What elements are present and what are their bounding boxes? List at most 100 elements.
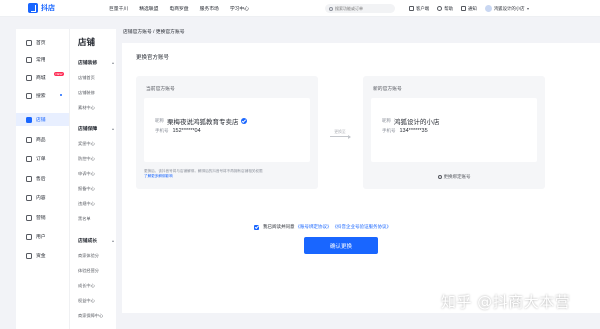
aftersale-icon	[26, 175, 32, 182]
notify-button[interactable]: 通知	[460, 6, 477, 12]
sidebar-item-label: 商品	[36, 138, 46, 143]
bell-icon	[460, 6, 466, 11]
monitor-icon	[409, 6, 414, 11]
current-nickname: 栗梅夜说鸿狐教育专卖店	[167, 119, 239, 126]
change-bound-account-link[interactable]: 更换绑定账号	[363, 174, 545, 180]
help-icon	[437, 6, 443, 11]
sidebar-item-aftersale[interactable]: 售后	[16, 172, 69, 185]
subnav-group-guarantee[interactable]: 店铺保障	[78, 125, 114, 132]
subnav-item-blacklist[interactable]: 黑名单	[78, 216, 91, 222]
top-right-tools: 客户端 帮助 通知 鸿狐设计的小店	[409, 0, 537, 17]
breadcrumb: 店铺官方账号 / 更换官方账号	[123, 30, 185, 35]
sidebar-item-label: 用户	[36, 235, 46, 240]
client-button[interactable]: 客户端	[409, 6, 429, 12]
subnav-item-appeal[interactable]: 申诉中心	[78, 171, 95, 177]
binding-agreement-link[interactable]: 《账号绑定协议》	[296, 224, 332, 230]
sidebar-item-label: 订单	[36, 157, 46, 162]
main-sidebar: 首页 常用 商城 NEW 搜索 店铺 商品 订单 售后 内容 营销 用户 资金	[16, 29, 69, 329]
nickname-label: 昵称	[155, 118, 164, 123]
current-account-card: 当前官方账号 昵称 栗梅夜说鸿狐教育专卖店 手机号 152******04 更换…	[136, 76, 318, 189]
sidebar-item-orders[interactable]: 订单	[16, 152, 69, 165]
subnav-item-reward-penalty[interactable]: 奖惩中心	[78, 141, 95, 147]
sidebar-item-label: 商城	[36, 76, 46, 81]
sidebar-item-users[interactable]: 用户	[16, 230, 69, 243]
logo[interactable]: 抖店	[28, 3, 88, 13]
unbind-note: 更换后，该抖音号将与店铺解绑，解绑后的抖音号将不再拥有店铺相关权限 了解更多解绑…	[144, 169, 309, 179]
top-nav-qianchuan[interactable]: 巨量千川	[109, 5, 128, 12]
subnav-item-experience-score[interactable]: 商家体验分	[78, 253, 99, 259]
help-button[interactable]: 帮助	[437, 6, 453, 12]
sidebar-item-home[interactable]: 首页	[16, 36, 69, 49]
box-icon	[26, 136, 32, 143]
sidebar-item-label: 店铺	[36, 118, 46, 123]
top-nav-learning[interactable]: 学习中心	[230, 5, 249, 12]
subnav-title: 店铺	[78, 37, 96, 47]
page-title: 更换官方账号	[136, 55, 170, 61]
user-menu[interactable]: 鸿狐设计的小店	[484, 5, 529, 12]
top-nav-alliance[interactable]: 精选联盟	[139, 5, 158, 12]
bookmark-icon	[26, 56, 32, 63]
new-phone: 134******35	[399, 128, 428, 134]
sidebar-item-label: 内容	[36, 196, 46, 201]
chevron-down-icon	[526, 7, 529, 10]
subnav-item-store-decoration[interactable]: 店铺装修	[78, 90, 95, 96]
new-account-info: 昵称 鸿狐设计的小店 手机号 134******35	[371, 98, 537, 162]
subnav-item-growth-center[interactable]: 成长中心	[78, 283, 95, 289]
chevron-up-icon	[112, 127, 114, 130]
enterprise-agreement-link[interactable]: 《抖音企业号验证服务协议》	[333, 224, 392, 230]
subnav-item-operation-score[interactable]: 体验经营分	[78, 268, 99, 274]
subnav-group-label: 店铺装修	[78, 61, 98, 66]
unbind-impact-link[interactable]: 了解更多解绑影响	[144, 174, 173, 178]
subnav-item-store-home[interactable]: 店铺首页	[78, 75, 95, 81]
shop-icon	[26, 74, 32, 81]
subnav-group-growth[interactable]: 店铺成长	[78, 237, 114, 244]
subnav-group-label: 店铺成长	[78, 239, 98, 244]
search-icon	[26, 92, 32, 99]
search-icon	[329, 6, 333, 11]
change-arrow: 更换至	[329, 130, 351, 139]
sidebar-item-store[interactable]: 店铺	[16, 113, 69, 126]
change-account-panel: 更换官方账号 当前官方账号 昵称 栗梅夜说鸿狐教育专卖店 手机号 152****…	[122, 43, 600, 313]
search-input[interactable]	[335, 6, 393, 11]
help-label: 帮助	[444, 5, 453, 11]
top-nav-compass[interactable]: 电商罗盘	[169, 5, 188, 12]
top-nav: 巨量千川 精选联盟 电商罗盘 服务市场 学习中心	[109, 5, 260, 12]
sidebar-item-funds[interactable]: 资金	[16, 249, 69, 262]
verified-icon	[240, 118, 247, 124]
nickname-label: 昵称	[382, 118, 391, 123]
subnav-item-violation[interactable]: 违规中心	[78, 201, 95, 207]
arrow-right-icon	[330, 134, 351, 139]
subnav-group-decoration[interactable]: 店铺装修	[78, 59, 114, 66]
sidebar-item-goods[interactable]: 商品	[16, 133, 69, 146]
subnav-item-risk-control[interactable]: 防控中心	[78, 156, 95, 162]
sidebar-item-search[interactable]: 搜索	[16, 89, 69, 102]
subnav-item-guarantee-center[interactable]: 商家保障中心	[78, 313, 103, 319]
sidebar-item-label: 搜索	[36, 94, 46, 99]
sidebar-item-marketing[interactable]: 营销	[16, 211, 69, 224]
new-phone-row: 手机号 134******35	[382, 128, 428, 134]
search-box[interactable]	[325, 4, 395, 13]
subnav-item-report[interactable]: 报备中心	[78, 186, 95, 192]
watermark: 知乎 @抖商大本营	[441, 293, 571, 311]
new-account-label: 新的官方账号	[373, 87, 402, 92]
sidebar-item-common[interactable]: 常用	[16, 53, 69, 66]
sidebar-item-label: 售后	[36, 177, 46, 182]
new-badge: NEW	[54, 72, 64, 76]
current-account-label: 当前官方账号	[146, 87, 175, 92]
agree-checkbox[interactable]	[254, 224, 259, 230]
phone-label: 手机号	[382, 128, 396, 133]
sidebar-item-content[interactable]: 内容	[16, 191, 69, 204]
sidebar-item-label: 首页	[36, 41, 46, 46]
chevron-up-icon	[112, 239, 114, 242]
confirm-change-button[interactable]: 确认更换	[304, 237, 378, 254]
user-icon	[26, 233, 32, 240]
client-label: 客户端	[416, 5, 430, 11]
subnav-item-rights-center[interactable]: 权益中心	[78, 298, 95, 304]
top-nav-market[interactable]: 服务市场	[200, 5, 219, 12]
phone-label: 手机号	[155, 128, 169, 133]
chevron-up-icon	[112, 61, 114, 64]
sidebar-item-mall[interactable]: 商城 NEW	[16, 71, 69, 84]
user-name: 鸿狐设计的小店	[493, 5, 525, 11]
new-nickname-row: 昵称 鸿狐设计的小店	[382, 116, 440, 126]
subnav-item-material-center[interactable]: 素材中心	[78, 105, 95, 111]
